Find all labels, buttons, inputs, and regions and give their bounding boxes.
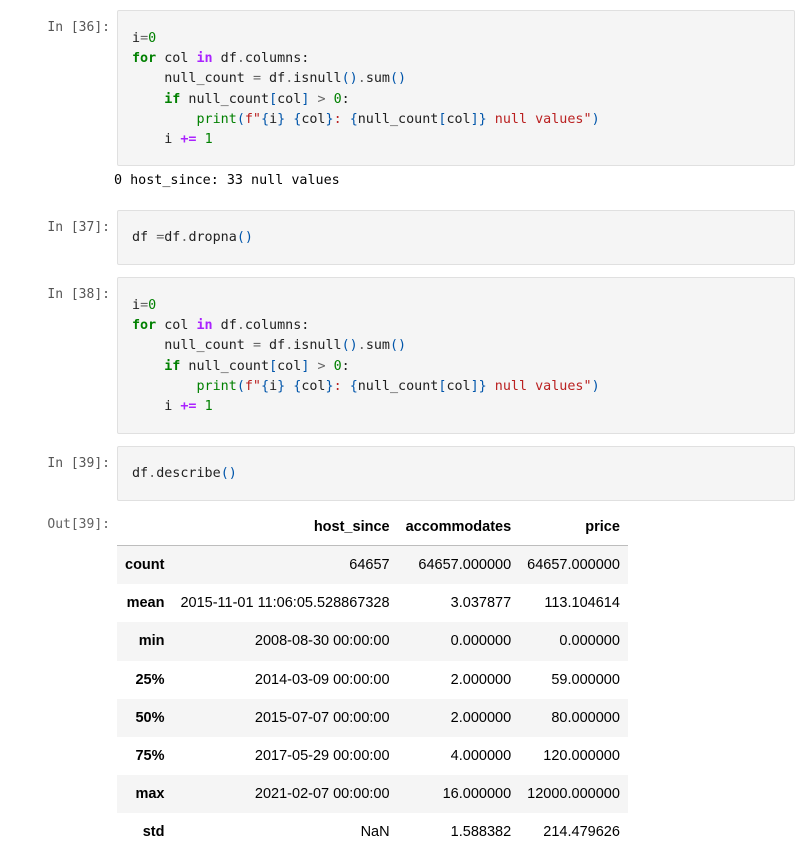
code-cell[interactable]: df =df.dropna() <box>117 210 795 265</box>
table-cell: 0.000000 <box>450 633 512 650</box>
code-block[interactable]: i=0 for col in df.columns: null_count = … <box>132 296 600 417</box>
table-cell: 2015-07-07 00:00:00 <box>254 709 390 726</box>
code-cell[interactable]: df.describe() <box>117 446 795 501</box>
column-header: accommodates <box>397 508 520 546</box>
table-row: min 2008-08-30 00:00:00 0.000000 0.00000… <box>117 622 628 661</box>
table-cell: 2021-02-07 00:00:00 <box>254 786 390 803</box>
cell-output: 0 host_since: 33 null values <box>114 173 340 188</box>
table-cell: 2.000000 <box>450 671 512 688</box>
code-line: df =df.dropna() <box>132 230 253 245</box>
index-header <box>117 508 173 546</box>
table-row: 50% 2015-07-07 00:00:00 2.000000 80.0000… <box>117 698 628 737</box>
table-cell: 12000.000000 <box>527 786 620 803</box>
dataframe-table: host_since accommodates price count 6465… <box>117 508 628 852</box>
row-index: 75% <box>135 748 165 765</box>
output-prompt: Out[39]: <box>47 517 110 532</box>
code-line: if null_count[col] > 0: <box>164 358 350 374</box>
table-header-row: host_since accommodates price <box>117 508 628 546</box>
table-cell: 64657 <box>349 557 390 574</box>
table-row: std NaN 1.588382 214.479626 <box>117 813 628 852</box>
code-line: null_count = df.isnull().sum() <box>132 338 407 354</box>
cell-prompt: In [36]: <box>47 20 110 35</box>
table-row: max 2021-02-07 00:00:00 16.000000 12000.… <box>117 775 628 814</box>
code-line: for col in df.columns: <box>132 318 310 334</box>
table-cell: 113.104614 <box>544 595 620 612</box>
table-cell: 2008-08-30 00:00:00 <box>254 633 390 650</box>
cell-prompt: In [37]: <box>47 220 110 235</box>
row-index: count <box>125 557 165 574</box>
column-header: price <box>519 508 628 546</box>
table-cell: 214.479626 <box>543 824 620 841</box>
table-cell: 0.000000 <box>559 633 620 650</box>
table-cell: 1.588382 <box>450 824 512 841</box>
code-line: print(f"{i} {col}: {null_count[col]} nul… <box>196 378 600 394</box>
code-line: null_count = df.isnull().sum() <box>132 71 407 87</box>
code-line: if null_count[col] > 0: <box>164 91 350 107</box>
column-header: host_since <box>172 508 398 546</box>
table-cell: 3.037877 <box>450 595 512 612</box>
row-index: std <box>142 824 165 841</box>
code-line: print(f"{i} {col}: {null_count[col]} nul… <box>196 111 600 127</box>
code-line: df.describe() <box>132 466 237 481</box>
row-index: mean <box>126 595 165 612</box>
table-cell: 4.000000 <box>450 748 512 765</box>
cell-prompt: In [38]: <box>47 287 110 302</box>
code-block[interactable]: df =df.dropna() <box>132 228 253 248</box>
code-line: for col in df.columns: <box>132 51 310 67</box>
code-cell[interactable]: i=0 for col in df.columns: null_count = … <box>117 277 795 434</box>
table-cell: 64657.000000 <box>527 557 620 574</box>
table-cell: 120.000000 <box>543 748 620 765</box>
table-cell: 16.000000 <box>442 786 512 803</box>
table-cell: 80.000000 <box>551 709 620 726</box>
row-index: min <box>138 633 165 650</box>
table-cell: 59.000000 <box>551 671 620 688</box>
code-block[interactable]: df.describe() <box>132 464 237 484</box>
table-cell: NaN <box>360 824 390 841</box>
code-line: i += 1 <box>132 132 213 148</box>
table-row: count 64657 64657.000000 64657.000000 <box>117 545 628 585</box>
row-index: 50% <box>135 709 165 726</box>
table-cell: 2014-03-09 00:00:00 <box>254 671 390 688</box>
table-row: 25% 2014-03-09 00:00:00 2.000000 59.0000… <box>117 660 628 699</box>
code-cell[interactable]: i=0 for col in df.columns: null_count = … <box>117 10 795 166</box>
code-line: i += 1 <box>132 399 213 415</box>
code-line: i=0 <box>132 298 157 313</box>
table-row: 75% 2017-05-29 00:00:00 4.000000 120.000… <box>117 736 628 776</box>
row-index: 25% <box>135 671 165 688</box>
table-cell: 2015-11-01 11:06:05.528867328 <box>180 595 390 612</box>
row-index: max <box>135 786 165 803</box>
table-cell: 2.000000 <box>450 709 512 726</box>
code-block[interactable]: i=0 for col in df.columns: null_count = … <box>132 29 600 150</box>
cell-prompt: In [39]: <box>47 456 110 471</box>
table-cell: 64657.000000 <box>418 557 512 574</box>
table-row: mean 2015-11-01 11:06:05.528867328 3.037… <box>117 584 628 623</box>
code-line: i=0 <box>132 31 157 46</box>
table-cell: 2017-05-29 00:00:00 <box>254 748 390 765</box>
